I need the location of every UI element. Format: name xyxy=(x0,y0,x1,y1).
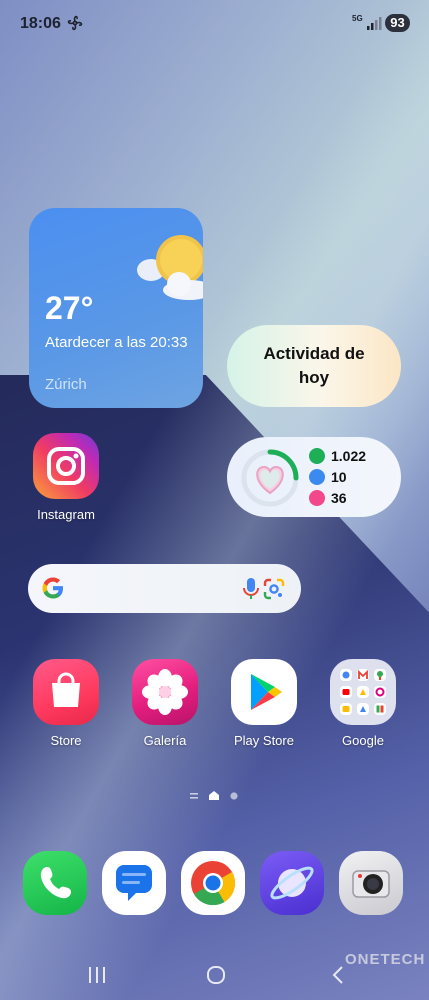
dock-camera[interactable] xyxy=(331,851,411,915)
steps-row: 1.022 xyxy=(309,447,366,465)
dock-messages[interactable] xyxy=(94,851,174,915)
page-indicator[interactable] xyxy=(188,790,240,802)
phone-icon xyxy=(23,851,87,915)
google-folder-icon xyxy=(330,659,396,725)
status-bar: 18:06 5G 93 xyxy=(0,0,429,46)
clock-icon xyxy=(309,469,325,485)
internet-icon xyxy=(260,851,324,915)
recents-button[interactable] xyxy=(89,967,105,983)
home-page-icon xyxy=(209,791,219,800)
google-search-bar[interactable] xyxy=(28,564,301,613)
signal-icon xyxy=(367,17,382,30)
watermark: ONETECH xyxy=(345,951,426,968)
app-label: Instagram xyxy=(37,507,95,522)
battery-badge: 93 xyxy=(385,14,410,32)
home-button[interactable] xyxy=(207,966,225,984)
dock-phone[interactable] xyxy=(15,851,95,915)
messages-icon xyxy=(102,851,166,915)
app-play-store[interactable]: Play Store xyxy=(224,659,304,748)
google-g-icon xyxy=(42,577,63,599)
fan-icon xyxy=(67,15,83,31)
dock-internet[interactable] xyxy=(252,851,332,915)
app-label: Google xyxy=(342,733,384,748)
app-google-folder[interactable]: Google xyxy=(323,659,403,748)
heart-ring-icon xyxy=(241,449,299,507)
weather-widget[interactable]: 27° Atardecer a las 20:33 Zúrich xyxy=(29,208,203,408)
minutes-row: 10 xyxy=(309,468,347,486)
dock-chrome[interactable] xyxy=(173,851,253,915)
steps-value: 1.022 xyxy=(331,448,367,464)
sun-cloud-icon xyxy=(137,235,203,300)
app-label: Galería xyxy=(143,733,187,748)
app-galeria[interactable]: Galería xyxy=(125,659,205,748)
calories-row: 36 xyxy=(309,489,347,507)
play-store-icon xyxy=(231,659,297,725)
google-lens-icon[interactable] xyxy=(263,578,285,600)
flower-icon xyxy=(132,659,198,725)
health-widget[interactable]: 1.022 10 36 xyxy=(227,437,401,517)
app-instagram[interactable]: Instagram xyxy=(26,433,106,522)
back-button[interactable] xyxy=(332,966,343,984)
app-label: Store xyxy=(50,733,82,748)
minutes-value: 10 xyxy=(331,469,347,485)
city-name: Zúrich xyxy=(45,376,87,393)
chrome-icon xyxy=(181,851,245,915)
activity-widget[interactable]: Actividad de hoy xyxy=(227,325,401,407)
temperature: 27° xyxy=(45,290,94,326)
activity-label: Actividad de hoy xyxy=(263,344,365,387)
shopping-bag-icon xyxy=(33,659,99,725)
steps-icon xyxy=(309,448,325,464)
sunset-text: Atardecer a las 20:33 xyxy=(45,334,188,351)
app-store[interactable]: Store xyxy=(26,659,106,748)
instagram-icon xyxy=(33,433,99,499)
microphone-icon[interactable] xyxy=(241,577,261,601)
clock: 18:06 xyxy=(20,15,61,32)
flame-icon xyxy=(309,490,325,506)
camera-icon xyxy=(339,851,403,915)
app-label: Play Store xyxy=(234,733,294,748)
network-type: 5G xyxy=(352,14,363,23)
calories-value: 36 xyxy=(331,490,347,506)
